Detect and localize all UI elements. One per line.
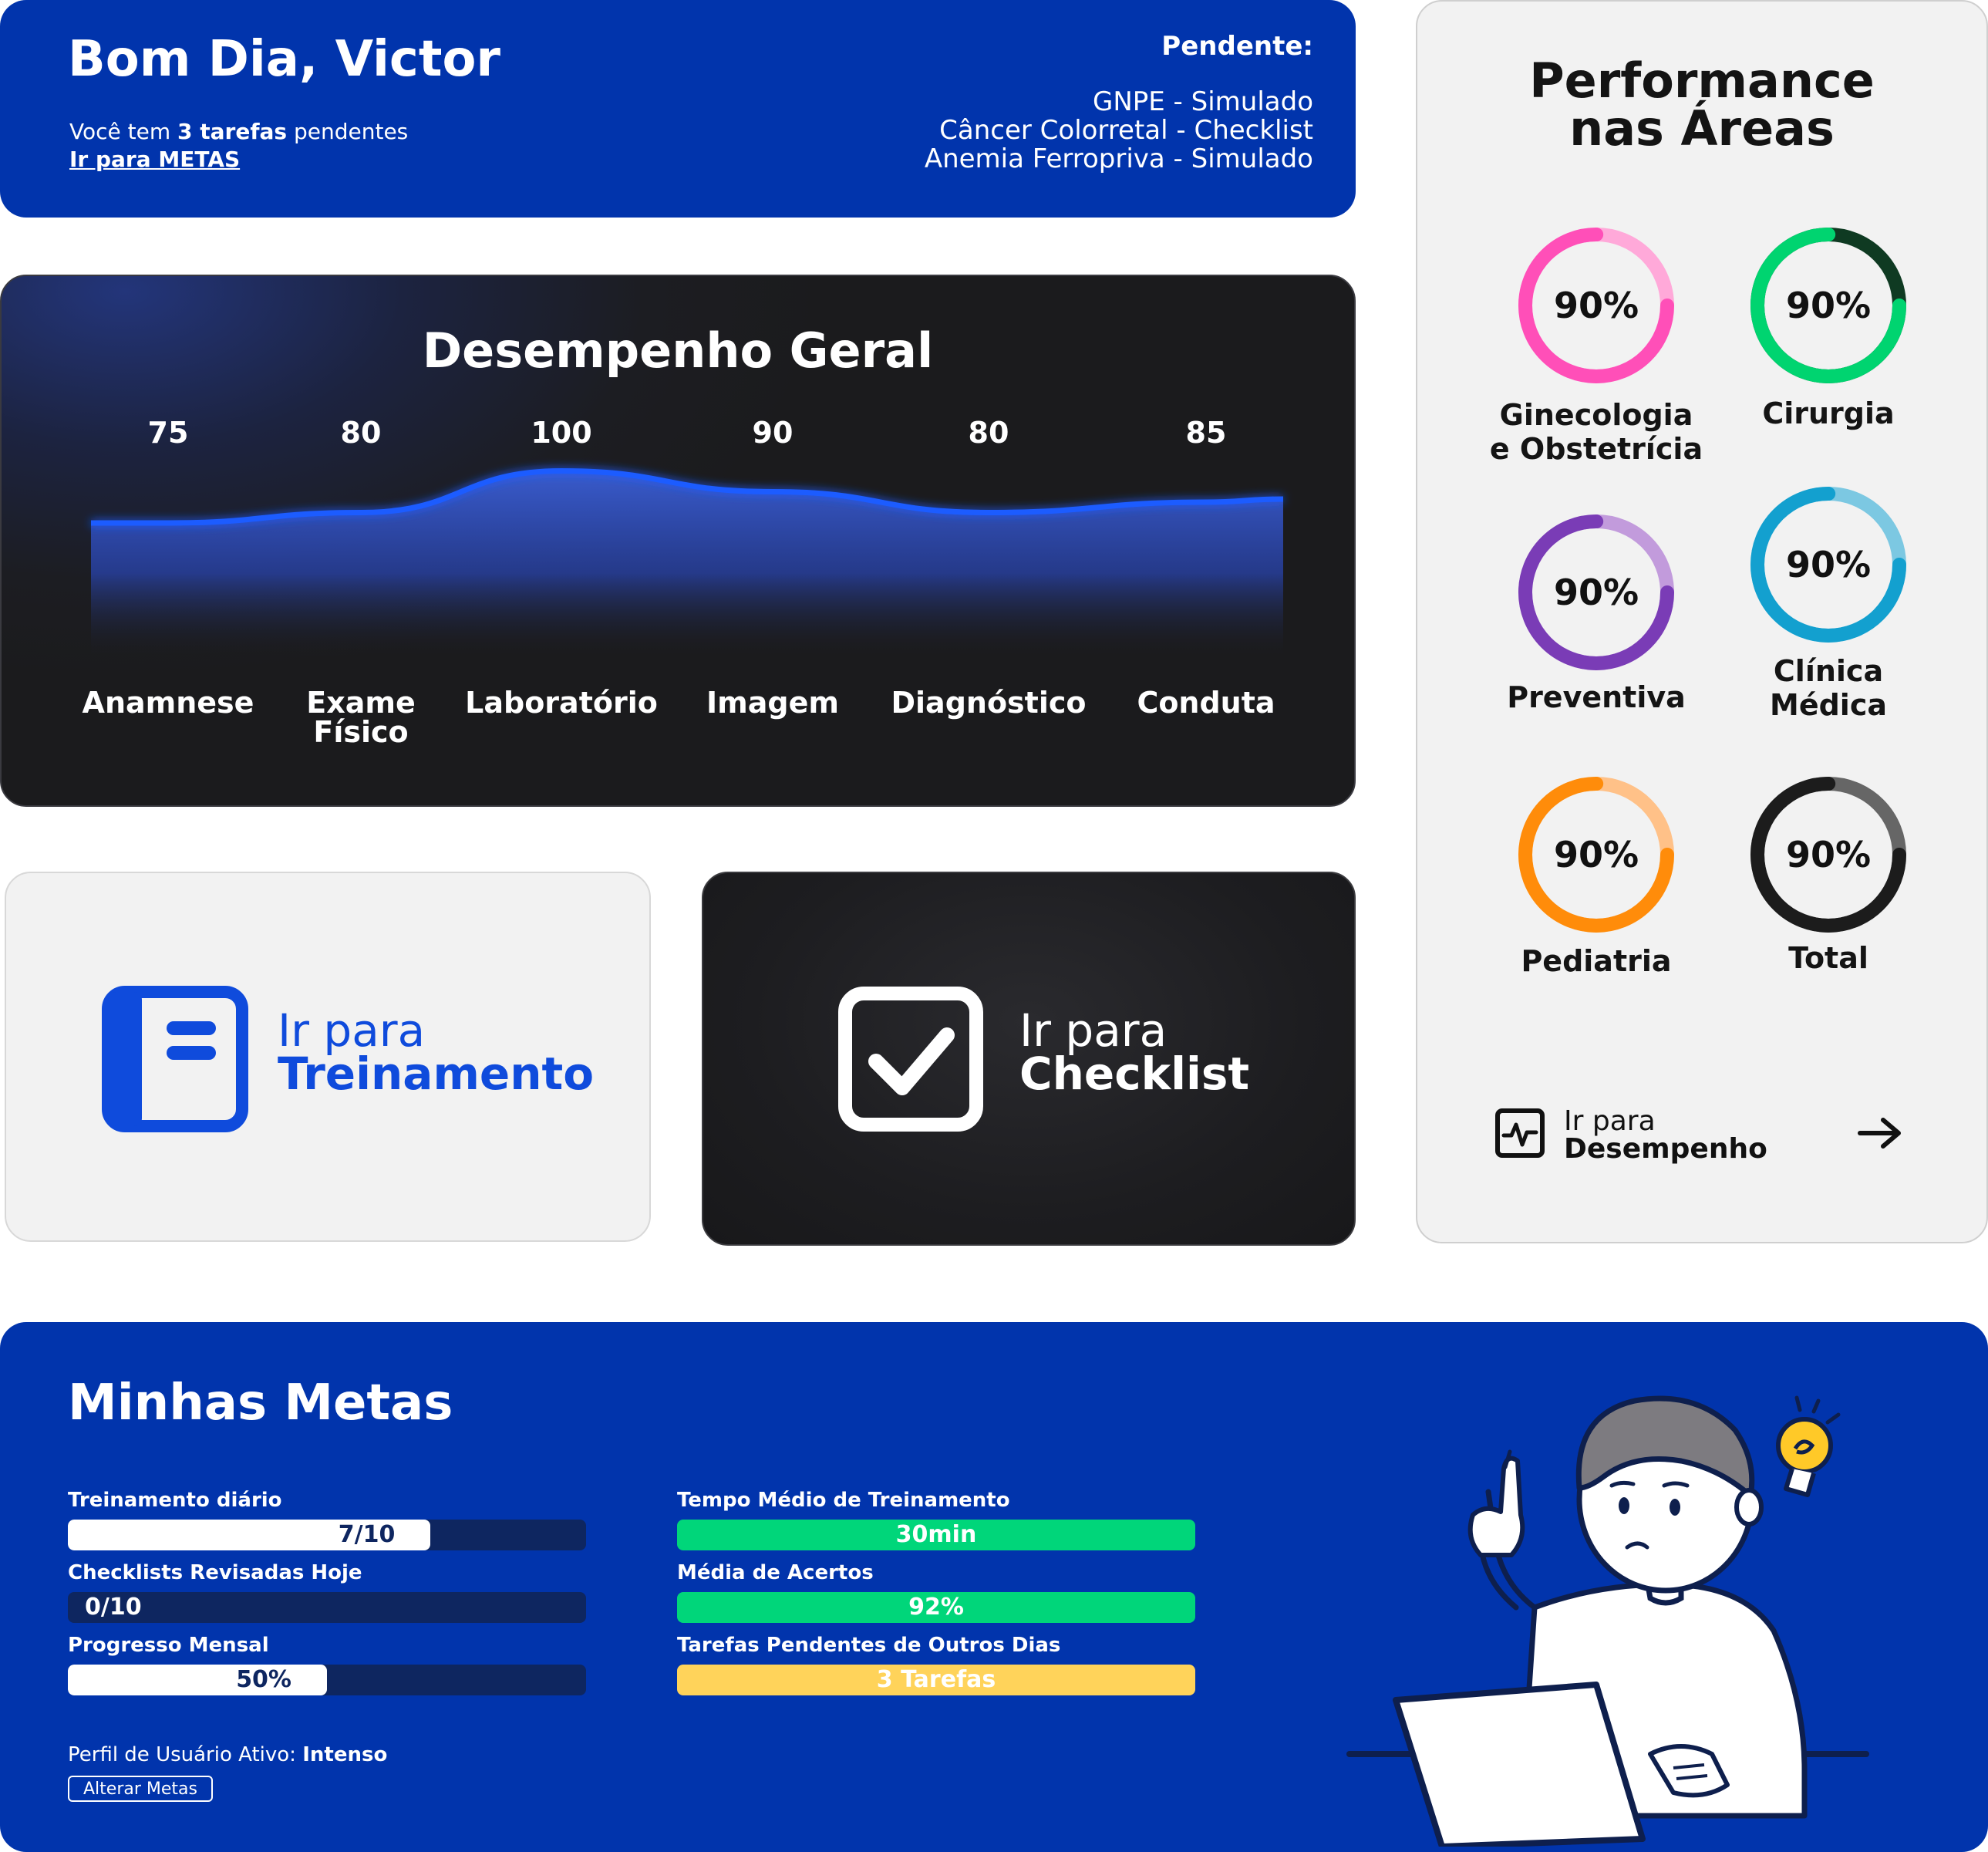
- donut-value: 90%: [1785, 834, 1872, 875]
- category-label: Anamnese: [83, 686, 254, 720]
- checklist-label: Ir para Checklist: [1019, 1004, 1250, 1100]
- performance-link-line2: Desempenho: [1564, 1133, 1767, 1165]
- performance-link[interactable]: Ir para Desempenho: [1494, 1105, 1926, 1166]
- category-label: Imagem: [706, 686, 839, 720]
- area-donut[interactable]: 90%: [1511, 221, 1681, 390]
- profile-label: Perfil de Usuário Ativo:: [68, 1743, 303, 1766]
- area-label: Total: [1788, 941, 1868, 975]
- donut-value: 90%: [1785, 285, 1872, 326]
- monthly-progress-bar: 50%: [68, 1665, 586, 1695]
- pending-item[interactable]: GNPE - Simulado: [925, 88, 1313, 116]
- progress-value: 0/10: [85, 1594, 142, 1621]
- area-label: Pediatria: [1521, 944, 1672, 978]
- training-card[interactable]: Ir para Treinamento: [5, 872, 651, 1242]
- arrow-right-icon: [1857, 1114, 1903, 1155]
- progress-value: 50%: [236, 1666, 291, 1693]
- notebook-icon: [102, 986, 248, 1135]
- student-laptop-illustration: [1346, 1395, 1869, 1847]
- area-label: Clínica Médica: [1770, 654, 1887, 722]
- summary-count: 3 tarefas: [177, 119, 288, 144]
- performance-title-line1: Performance: [1529, 52, 1875, 109]
- training-label-line2: Treinamento: [278, 1047, 595, 1100]
- training-label: Ir para Treinamento: [278, 1004, 595, 1100]
- bar-value: 3 Tarefas: [876, 1666, 996, 1693]
- area-performance-card: Performance nas Áreas 90% Ginecologia e Ob…: [1416, 0, 1988, 1243]
- performance-link-line1: Ir para: [1564, 1105, 1656, 1137]
- performance-title-line2: nas Áreas: [1569, 100, 1835, 157]
- accuracy-bar: 92%: [677, 1592, 1195, 1623]
- donut-value: 90%: [1553, 572, 1639, 613]
- goal-label: Checklists Revisadas Hoje: [68, 1561, 362, 1584]
- checklist-label-line2: Checklist: [1019, 1047, 1250, 1100]
- avg-training-time-bar: 30min: [677, 1520, 1195, 1550]
- activity-chart-icon: [1494, 1108, 1545, 1162]
- value-label: 85: [1186, 416, 1227, 450]
- greeting-title: Bom Dia, Victor: [68, 31, 500, 88]
- donut-value: 90%: [1785, 544, 1872, 585]
- goal-label: Treinamento diário: [68, 1489, 282, 1512]
- area-label: Ginecologia e Obstetrícia: [1489, 398, 1703, 466]
- greeting-card: Bom Dia, Victor Você tem 3 tarefas pende…: [0, 0, 1356, 218]
- pending-item[interactable]: Anemia Ferropriva - Simulado: [925, 145, 1313, 174]
- summary-suffix: pendentes: [287, 119, 409, 144]
- training-label-line1: Ir para: [278, 1004, 426, 1057]
- area-donut[interactable]: 90%: [1511, 508, 1681, 677]
- goal-label: Tarefas Pendentes de Outros Dias: [677, 1634, 1061, 1657]
- category-label: Laboratório: [465, 686, 658, 720]
- value-label: 80: [341, 416, 382, 450]
- performance-title: Performance nas Áreas: [1417, 57, 1986, 153]
- value-label: 75: [148, 416, 189, 450]
- donut-value: 90%: [1553, 834, 1639, 875]
- goal-label: Média de Acertos: [677, 1561, 874, 1584]
- summary-prefix: Você tem: [69, 119, 178, 144]
- checklist-label-line1: Ir para: [1019, 1004, 1168, 1057]
- checklist-card[interactable]: Ir para Checklist: [702, 872, 1356, 1246]
- area-label: Preventiva: [1507, 680, 1686, 714]
- pending-list: GNPE - Simulado Câncer Colorretal - Chec…: [925, 88, 1313, 174]
- performance-link-label: Ir para Desempenho: [1564, 1108, 1767, 1163]
- pending-summary: Você tem 3 tarefas pendentes: [69, 119, 408, 144]
- profile-value: Intenso: [302, 1743, 388, 1766]
- area-donut[interactable]: 90%: [1511, 770, 1681, 939]
- value-label: 80: [969, 416, 1009, 450]
- value-label: 100: [531, 416, 591, 450]
- checklists-bar: 0/10: [68, 1592, 586, 1623]
- change-goals-button[interactable]: Alterar Metas: [68, 1776, 213, 1802]
- goals-link[interactable]: Ir para METAS: [69, 147, 240, 172]
- goals-title: Minhas Metas: [68, 1375, 453, 1432]
- area-donut[interactable]: 90%: [1744, 770, 1913, 939]
- category-label: Conduta: [1137, 686, 1275, 720]
- goal-label: Tempo Médio de Treinamento: [677, 1489, 1010, 1512]
- daily-training-bar: 7/10: [68, 1520, 586, 1550]
- category-label: Diagnóstico: [891, 686, 1086, 720]
- active-profile: Perfil de Usuário Ativo: Intenso: [68, 1743, 387, 1766]
- pending-tasks-bar: 3 Tarefas: [677, 1665, 1195, 1695]
- area-donut[interactable]: 90%: [1744, 480, 1913, 649]
- goals-card: Minhas Metas Treinamento diário 7/10 Che…: [0, 1322, 1988, 1852]
- area-donut[interactable]: 90%: [1744, 221, 1913, 390]
- goal-label: Progresso Mensal: [68, 1634, 269, 1657]
- area-chart: 75 80 100 90 80 85 Anamnese Exame Físico Laborató…: [83, 416, 1284, 749]
- donut-value: 90%: [1553, 285, 1639, 326]
- checkbox-check-icon: [837, 986, 984, 1135]
- pending-item[interactable]: Câncer Colorretal - Checklist: [925, 116, 1313, 145]
- bar-value: 30min: [895, 1521, 977, 1548]
- progress-value: 7/10: [338, 1521, 396, 1548]
- pending-label: Pendente:: [1161, 31, 1313, 62]
- category-label: Exame Físico: [306, 686, 415, 749]
- value-label: 90: [753, 416, 794, 450]
- overall-performance-chart: Desempenho Geral 75 80 100 90 80 85 Anamnese Ex…: [0, 275, 1356, 807]
- area-label: Cirurgia: [1762, 396, 1895, 430]
- bar-value: 92%: [908, 1594, 964, 1621]
- area-fill: [91, 471, 1283, 657]
